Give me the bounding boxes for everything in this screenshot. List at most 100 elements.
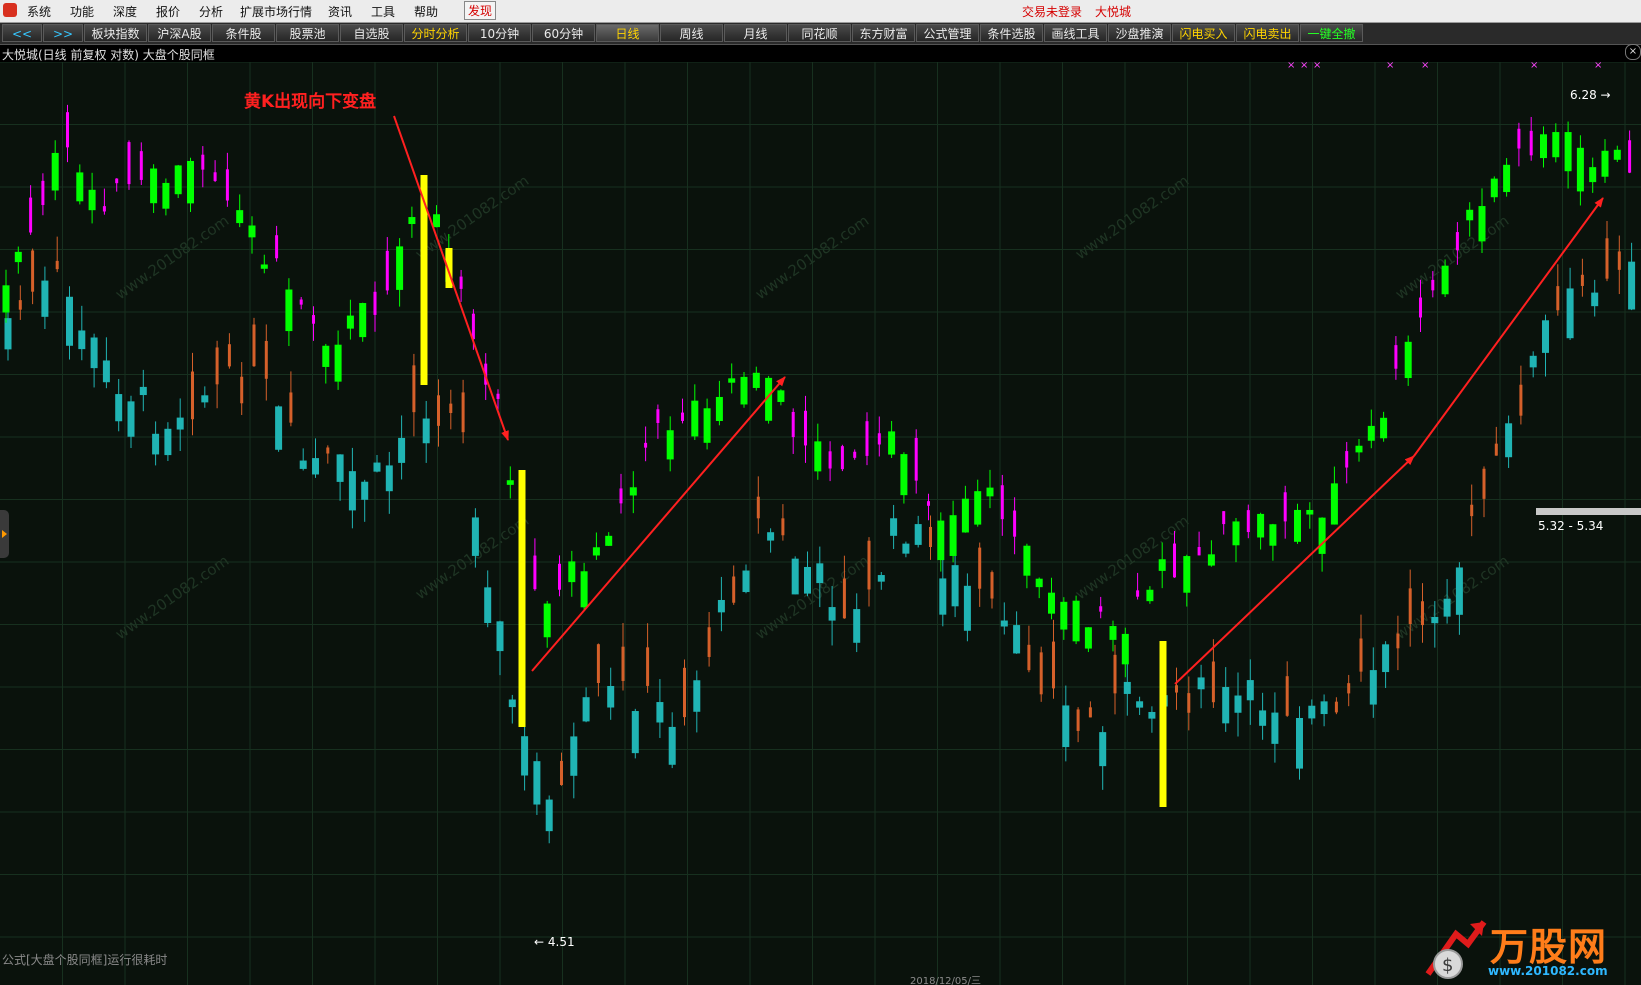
toolbar-button-12[interactable]: 同花顺 [788, 24, 851, 42]
candle-body [312, 315, 315, 324]
candle-body [1306, 509, 1314, 515]
annotation-text: 黄K出现向下变盘 [244, 91, 376, 112]
stock-candle [127, 140, 131, 190]
toolbar-button-15[interactable]: 条件选股 [980, 24, 1043, 42]
candle-body [1000, 620, 1008, 627]
toolbar-button-3[interactable]: 条件股 [212, 24, 275, 42]
candle-body [1123, 681, 1131, 694]
candle-body [139, 151, 143, 180]
toolbar-button-16[interactable]: 画线工具 [1044, 24, 1107, 42]
candle-body [656, 409, 660, 423]
candlestick-chart[interactable]: www.201082.com www.201082.com www.201082.c… [0, 62, 1641, 985]
index-candle [631, 708, 639, 759]
signal-marker: × [1313, 62, 1321, 71]
menu-function[interactable]: 功能 [70, 3, 94, 20]
close-icon[interactable]: × [1625, 44, 1641, 60]
candle-body [1158, 559, 1166, 571]
toolbar-button-7[interactable]: 10分钟 [468, 24, 531, 42]
candle-body [791, 558, 799, 595]
toolbar-button-11[interactable]: 月线 [724, 24, 787, 42]
candle-body [580, 571, 588, 608]
candle-body [312, 458, 319, 475]
candle-body [937, 520, 945, 561]
candle-body [285, 289, 293, 332]
candle-body [408, 217, 416, 225]
candle-body [1294, 509, 1301, 542]
menu-system[interactable]: 系统 [27, 3, 51, 20]
candle-body [336, 454, 344, 482]
candle-body [629, 487, 637, 496]
candle-body [1076, 709, 1080, 731]
candle-body [1283, 492, 1287, 522]
menu-news[interactable]: 资讯 [328, 3, 352, 20]
candle-body [1455, 567, 1463, 615]
menu-tools[interactable]: 工具 [371, 3, 395, 20]
panel-collapse-handle[interactable] [0, 510, 9, 558]
toolbar-button-2[interactable]: 沪深A股 [148, 24, 211, 42]
candle-body [115, 394, 123, 422]
menu-analysis[interactable]: 分析 [199, 3, 223, 20]
candle-body [1382, 644, 1390, 673]
candle-body [227, 344, 231, 367]
candle-body [1052, 641, 1055, 689]
toolbar-button-18[interactable]: 闪电买入 [1172, 24, 1235, 42]
candle-body [385, 250, 389, 291]
menu-help[interactable]: 帮助 [414, 3, 438, 20]
menu-quote[interactable]: 报价 [156, 3, 180, 20]
candle-body [1443, 598, 1451, 617]
toolbar-button-19[interactable]: 闪电卖出 [1236, 24, 1299, 42]
trade-status[interactable]: 交易未登录 [1022, 3, 1082, 20]
candle-body [396, 246, 404, 290]
candle-body [560, 760, 563, 786]
candle-body [1207, 554, 1215, 566]
candle-body [471, 313, 475, 340]
signal-marker: × [1386, 62, 1394, 71]
candle-body [275, 235, 279, 259]
toolbar-button-4[interactable]: 股票池 [276, 24, 339, 42]
candle-body [14, 251, 22, 263]
nav-back-button[interactable]: << [2, 24, 42, 42]
candle-body [164, 428, 172, 456]
app-logo-icon[interactable] [3, 3, 17, 17]
candle-body [1566, 288, 1574, 339]
toolbar-button-20[interactable]: 一键全撤 [1300, 24, 1363, 42]
chart-background [0, 62, 1641, 985]
toolbar-button-9[interactable]: 日线 [596, 24, 659, 42]
toolbar-button-8[interactable]: 60分钟 [532, 24, 595, 42]
candle-body [66, 296, 73, 346]
candle-body [51, 152, 59, 191]
toolbar-button-1[interactable]: 板块指数 [84, 24, 147, 42]
candle-body [990, 572, 994, 599]
menu-extended-market[interactable]: 扩展市场行情 [240, 3, 312, 20]
svg-text:$: $ [1442, 955, 1453, 976]
candle-body [1000, 485, 1004, 520]
candle-body [162, 182, 170, 209]
candle-body [385, 465, 393, 492]
candle-body [1285, 676, 1289, 716]
toolbar-button-10[interactable]: 周线 [660, 24, 723, 42]
candle-body [102, 206, 106, 212]
menu-depth[interactable]: 深度 [113, 3, 137, 20]
stock-candle [840, 444, 844, 472]
candle-body [631, 711, 639, 754]
menu-discover[interactable]: 发现 [464, 1, 497, 20]
candle-body [348, 471, 356, 511]
toolbar-button-14[interactable]: 公式管理 [916, 24, 979, 42]
candle-body [1613, 149, 1621, 160]
candle-body [582, 697, 590, 722]
price-range-label: 5.32 - 5.34 [1538, 519, 1603, 533]
toolbar-button-5[interactable]: 自选股 [340, 24, 403, 42]
nav-forward-button[interactable]: >> [43, 24, 83, 42]
candle-body [929, 526, 932, 548]
candle-body [1470, 504, 1474, 517]
candle-body [29, 197, 33, 233]
toolbar-button-13[interactable]: 东方财富 [852, 24, 915, 42]
candle-body [127, 142, 131, 185]
toolbar-button-17[interactable]: 沙盘推演 [1108, 24, 1171, 42]
candle-body [1369, 670, 1377, 705]
candle-body [373, 291, 377, 315]
candle-body [816, 563, 824, 584]
toolbar-button-6[interactable]: 分时分析 [404, 24, 467, 42]
candle-body [1482, 468, 1486, 499]
candle-body [1347, 683, 1351, 694]
